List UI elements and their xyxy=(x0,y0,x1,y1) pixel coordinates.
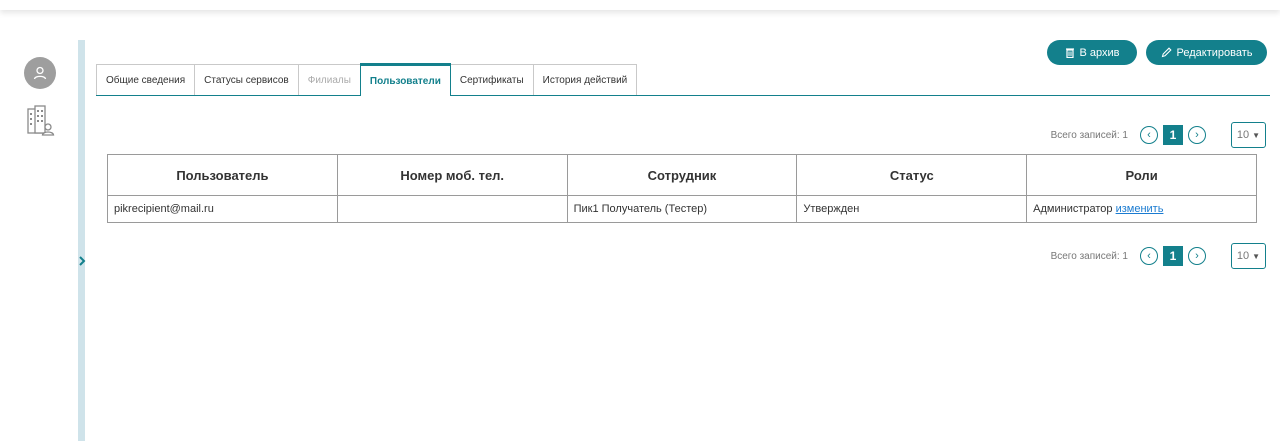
tab-label: Пользователи xyxy=(369,75,441,87)
cell-phone xyxy=(336,195,568,223)
cell-employee: Пик1 Получатель (Тестер) xyxy=(566,195,798,223)
per-page-select[interactable]: 10 ▼ xyxy=(1231,122,1266,148)
change-role-link[interactable]: изменить xyxy=(1116,203,1164,215)
pencil-icon xyxy=(1161,47,1172,58)
user-avatar-icon[interactable] xyxy=(24,57,56,89)
edit-button-label: Редактировать xyxy=(1176,46,1253,59)
organization-icon[interactable] xyxy=(26,105,56,139)
edit-button[interactable]: Редактировать xyxy=(1146,40,1267,65)
per-page-select[interactable]: 10 ▼ xyxy=(1231,243,1266,269)
total-records: Всего записей: 1 xyxy=(1050,250,1128,262)
total-records: Всего записей: 1 xyxy=(1050,129,1128,141)
users-table: Пользователь Номер моб. тел. Сотрудник С… xyxy=(107,154,1257,223)
column-header-phone[interactable]: Номер моб. тел. xyxy=(336,154,568,196)
prev-page-icon[interactable]: ‹ xyxy=(1140,247,1158,265)
trash-icon xyxy=(1065,48,1074,58)
column-header-roles[interactable]: Роли xyxy=(1026,154,1257,196)
current-page[interactable]: 1 xyxy=(1163,125,1183,145)
tab-label: Сертификаты xyxy=(459,75,524,86)
column-header-employee[interactable]: Сотрудник xyxy=(566,154,798,196)
current-page[interactable]: 1 xyxy=(1163,246,1183,266)
tab-service-statuses[interactable]: Статусы сервисов xyxy=(194,64,299,96)
tab-certificates[interactable]: Сертификаты xyxy=(449,64,534,96)
tab-users[interactable]: Пользователи xyxy=(359,63,451,96)
chevron-right-icon[interactable] xyxy=(75,254,89,268)
dropdown-arrow-icon: ▼ xyxy=(1252,251,1261,261)
tab-action-history[interactable]: История действий xyxy=(532,64,638,96)
dropdown-arrow-icon: ▼ xyxy=(1252,130,1261,140)
column-header-user[interactable]: Пользователь xyxy=(107,154,338,196)
tab-bar: Общие сведения Статусы сервисов Филиалы … xyxy=(96,63,638,96)
cell-status: Утвержден xyxy=(796,195,1028,223)
tab-branches[interactable]: Филиалы xyxy=(297,64,361,96)
left-navigation xyxy=(0,10,78,441)
table-header-row: Пользователь Номер моб. тел. Сотрудник С… xyxy=(107,154,1257,196)
per-page-value: 10 xyxy=(1236,129,1250,141)
per-page-value: 10 xyxy=(1236,250,1250,262)
table-row[interactable]: pikrecipient@mail.ru Пик1 Получатель (Те… xyxy=(107,195,1257,223)
next-page-icon[interactable]: › xyxy=(1188,126,1206,144)
tab-label: Общие сведения xyxy=(106,75,186,86)
cell-roles: Администратор изменить xyxy=(1026,195,1257,223)
tab-general[interactable]: Общие сведения xyxy=(96,64,196,96)
tab-label: История действий xyxy=(542,75,628,86)
tab-label: Филиалы xyxy=(307,75,351,86)
prev-page-icon[interactable]: ‹ xyxy=(1140,126,1158,144)
archive-button[interactable]: В архив xyxy=(1047,40,1137,65)
pagination-bottom: Всего записей: 1 ‹ 1 › 10 ▼ xyxy=(1051,243,1266,269)
column-header-status[interactable]: Статус xyxy=(796,154,1028,196)
pagination-top: Всего записей: 1 ‹ 1 › 10 ▼ xyxy=(1051,122,1266,148)
role-label: Администратор xyxy=(1033,203,1113,215)
main-content: В архив Редактировать Общие сведения Ста… xyxy=(94,10,1280,441)
tab-label: Статусы сервисов xyxy=(204,75,289,86)
tabs-underline xyxy=(96,95,1270,96)
next-page-icon[interactable]: › xyxy=(1188,247,1206,265)
archive-button-label: В архив xyxy=(1079,46,1120,59)
sidebar-divider xyxy=(78,40,85,441)
cell-user: pikrecipient@mail.ru xyxy=(107,195,338,223)
top-header-bar xyxy=(0,0,1280,10)
